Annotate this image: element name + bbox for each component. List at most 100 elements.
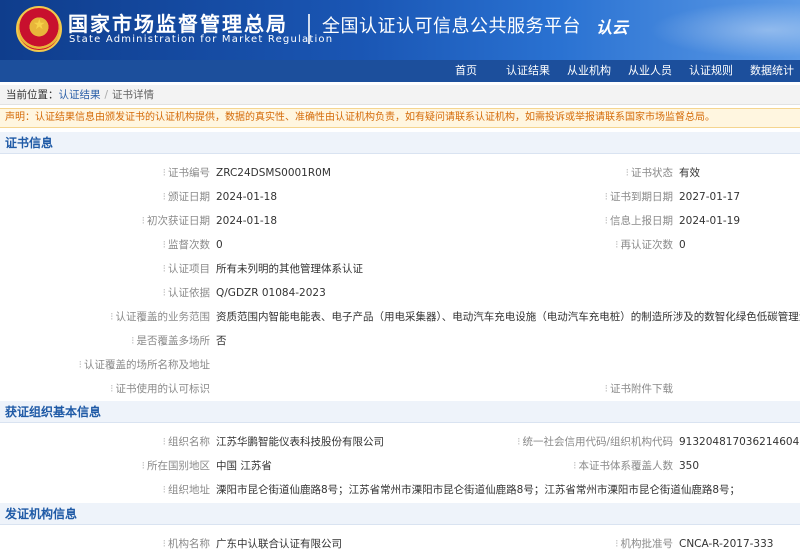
- field-label: 颁证日期: [168, 191, 210, 203]
- cert-row: ⁝ 颁证日期 2024-01-18 ⁝ 证书到期日期 2027-01-17: [0, 186, 800, 208]
- field-value: 资质范围内智能电能表、电子产品（用电采集器）、电动汽车充电设施（电动汽车充电桩）…: [216, 311, 800, 323]
- breadcrumb: 当前位置：认证结果 / 证书详情: [0, 85, 800, 105]
- cert-row: ⁝ 认证项目 所有未列明的其他管理体系认证: [0, 258, 800, 280]
- bullet-icon: ⁝: [141, 460, 145, 472]
- section-title-cert-info: 证书信息: [0, 132, 800, 154]
- breadcrumb-current: 证书详情: [112, 89, 155, 101]
- field-label: 是否覆盖多场所: [136, 335, 211, 347]
- field-value: 溧阳市昆仑街道仙鹿路8号；江苏省常州市溧阳市昆仑街道仙鹿路8号；江苏省常州市溧阳…: [216, 484, 741, 496]
- field-value: 中国 江苏省: [216, 460, 272, 472]
- field-label: 认证覆盖的场所名称及地址: [84, 359, 210, 371]
- field-label: 机构名称: [168, 538, 210, 550]
- nav-institutions[interactable]: 从业机构: [567, 60, 611, 82]
- field-value: 所有未列明的其他管理体系认证: [216, 263, 363, 275]
- nav-home[interactable]: 首页: [455, 60, 477, 82]
- field-value: CNCA-R-2017-333: [679, 538, 774, 550]
- breadcrumb-prefix: 当前位置：: [6, 89, 59, 101]
- field-value: 有效: [679, 167, 700, 179]
- agency-name-zh: 国家市场监督管理总局: [68, 12, 288, 36]
- nav-cert-results[interactable]: 认证结果: [506, 60, 550, 82]
- bullet-icon: ⁝: [615, 538, 619, 550]
- field-value: 0: [679, 239, 686, 251]
- bullet-icon: ⁝: [110, 311, 114, 323]
- org-row: ⁝ 组织名称 江苏华鹏智能仪表科技股份有限公司 ⁝ 统一社会信用代码/组织机构代码 …: [0, 431, 800, 453]
- field-label: 统一社会信用代码/组织机构代码: [522, 436, 673, 448]
- cert-row: ⁝ 证书编号 ZRC24DSMS0001R0M ⁝ 证书状态 有效: [0, 162, 800, 184]
- breadcrumb-cert-results[interactable]: 认证结果: [59, 89, 101, 101]
- bullet-icon: ⁝: [162, 263, 166, 275]
- bullet-icon: ⁝: [131, 335, 135, 347]
- field-value: Q/GDZR 01084-2023: [216, 287, 326, 299]
- field-label: 监督次数: [168, 239, 210, 251]
- field-value: 2024-01-18: [216, 191, 278, 203]
- disclaimer-notice: 声明：认证结果信息由颁发证书的认证机构提供，数据的真实性、准确性由认证机构负责，…: [0, 108, 800, 128]
- field-value: 2024-01-19: [679, 215, 741, 227]
- bullet-icon: ⁝: [604, 383, 608, 395]
- field-label: 再认证次数: [620, 239, 674, 251]
- field-label: 机构批准号: [620, 538, 674, 550]
- field-label: 认证依据: [168, 287, 210, 299]
- cert-row: ⁝ 监督次数 0 ⁝ 再认证次数 0: [0, 234, 800, 256]
- bullet-icon: ⁝: [162, 287, 166, 299]
- field-label: 所在国别地区: [147, 460, 210, 472]
- bullet-icon: ⁝: [604, 191, 608, 203]
- bullet-icon: ⁝: [78, 359, 82, 371]
- field-label: 证书到期日期: [610, 191, 673, 203]
- field-label: 组织地址: [168, 484, 210, 496]
- attachment-download-link[interactable]: 证书附件下载: [610, 383, 673, 395]
- bullet-icon: ⁝: [141, 215, 145, 227]
- nav-statistics[interactable]: 数据统计: [750, 60, 794, 82]
- nav-practitioners[interactable]: 从业人员: [628, 60, 672, 82]
- nav-cert-rules[interactable]: 认证规则: [689, 60, 733, 82]
- cert-row: ⁝ 初次获证日期 2024-01-18 ⁝ 信息上报日期 2024-01-19: [0, 210, 800, 232]
- breadcrumb-separator: /: [104, 89, 109, 101]
- section-title-issuer-info: 发证机构信息: [0, 503, 800, 525]
- bullet-icon: ⁝: [625, 167, 629, 179]
- field-value: 91320481703621460​4: [679, 436, 800, 448]
- field-value: 0: [216, 239, 223, 251]
- field-value: 2024-01-18: [216, 215, 278, 227]
- national-emblem-icon: ★: [16, 6, 62, 52]
- bullet-icon: ⁝: [162, 538, 166, 550]
- field-value: 2027-01-17: [679, 191, 741, 203]
- cert-row: ⁝ 证书使用的认可标识 ⁝ 证书附件下载: [0, 378, 800, 400]
- platform-logo: 认云: [596, 18, 629, 37]
- field-label: 证书状态: [631, 167, 673, 179]
- bullet-icon: ⁝: [517, 436, 521, 448]
- bullet-icon: ⁝: [162, 239, 166, 251]
- field-label: 本证书体系覆盖人数: [578, 460, 674, 472]
- org-row: ⁝ 所在国别地区 中国 江苏省 ⁝ 本证书体系覆盖人数 350: [0, 455, 800, 477]
- issuer-row: ⁝ 机构名称 广东中认联合认证有限公司 ⁝ 机构批准号 CNCA-R-2017-33…: [0, 533, 800, 555]
- field-value: 否: [216, 335, 227, 347]
- bullet-icon: ⁝: [110, 383, 114, 395]
- field-value: 广东中认联合认证有限公司: [216, 538, 342, 550]
- banner-decoration: [640, 0, 800, 60]
- field-label: 初次获证日期: [147, 215, 210, 227]
- bullet-icon: ⁝: [573, 460, 577, 472]
- bullet-icon: ⁝: [162, 436, 166, 448]
- field-label: 组织名称: [168, 436, 210, 448]
- bullet-icon: ⁝: [162, 191, 166, 203]
- field-label: 信息上报日期: [610, 215, 673, 227]
- cert-row: ⁝ 认证覆盖的场所名称及地址: [0, 354, 800, 376]
- cert-row: ⁝ 认证覆盖的业务范围 资质范围内智能电能表、电子产品（用电采集器）、电动汽车充电…: [0, 306, 800, 328]
- bullet-icon: ⁝: [162, 167, 166, 179]
- field-value: 350: [679, 460, 700, 472]
- field-label: 证书使用的认可标识: [115, 383, 211, 395]
- bullet-icon: ⁝: [162, 484, 166, 496]
- platform-title: 全国认证认可信息公共服务平台: [322, 16, 581, 37]
- bullet-icon: ⁝: [615, 239, 619, 251]
- org-row: ⁝ 组织地址 溧阳市昆仑街道仙鹿路8号；江苏省常州市溧阳市昆仑街道仙鹿路8号；江苏…: [0, 479, 800, 501]
- main-nav: 首页 认证结果 从业机构 从业人员 认证规则 数据统计: [0, 60, 800, 82]
- field-value: ZRC24DSMS0001R0M: [216, 167, 331, 179]
- header-divider: [308, 14, 310, 44]
- section-title-org-info: 获证组织基本信息: [0, 401, 800, 423]
- cert-row: ⁝ 认证依据 Q/GDZR 01084-2023: [0, 282, 800, 304]
- cert-row: ⁝ 是否覆盖多场所 否: [0, 330, 800, 352]
- agency-name-en: State Administration for Market Regulati…: [69, 34, 334, 45]
- field-label: 证书编号: [168, 167, 210, 179]
- field-label: 认证覆盖的业务范围: [115, 311, 211, 323]
- bullet-icon: ⁝: [604, 215, 608, 227]
- field-label: 认证项目: [168, 263, 210, 275]
- field-value: 江苏华鹏智能仪表科技股份有限公司: [216, 436, 384, 448]
